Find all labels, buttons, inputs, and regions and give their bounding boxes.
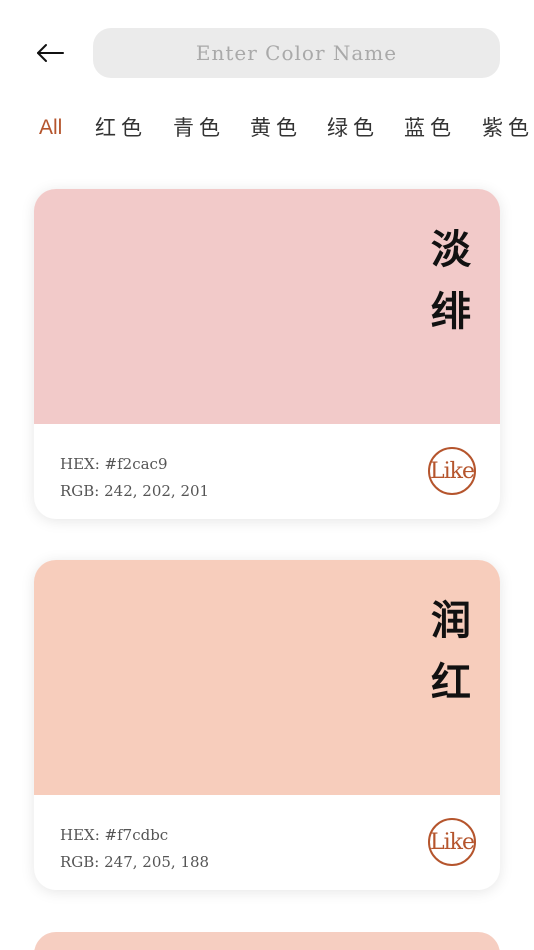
- search-box: [93, 27, 500, 79]
- color-info: HEX: #f2cac9 RGB: 242, 202, 201: [60, 451, 209, 505]
- filter-tab-cyan[interactable]: 青色: [173, 108, 225, 148]
- color-card[interactable]: 润红 HEX: #f7cdbc RGB: 247, 205, 188 Like: [34, 560, 500, 890]
- search-input[interactable]: [93, 27, 500, 79]
- like-button[interactable]: Like: [428, 818, 476, 866]
- like-button[interactable]: Like: [428, 447, 476, 495]
- back-button[interactable]: [30, 33, 70, 73]
- rgb-value: RGB: 247, 205, 188: [60, 853, 210, 871]
- color-name: 淡绯: [431, 226, 471, 335]
- filter-tab-yellow[interactable]: 黄色: [250, 108, 302, 148]
- color-card-partial[interactable]: [34, 932, 500, 950]
- color-card[interactable]: 淡绯 HEX: #f2cac9 RGB: 242, 202, 201 Like: [34, 189, 500, 519]
- header: [0, 0, 534, 110]
- filter-tab-red[interactable]: 红色: [95, 108, 147, 148]
- color-swatch: 润红: [34, 560, 500, 795]
- filter-tab-blue[interactable]: 蓝色: [404, 108, 456, 148]
- color-info: HEX: #f7cdbc RGB: 247, 205, 188: [60, 822, 209, 876]
- hex-value: HEX: #f2cac9: [60, 455, 168, 473]
- filter-tab-purple[interactable]: 紫色: [482, 108, 534, 148]
- filter-tab-green[interactable]: 绿色: [327, 108, 379, 148]
- filter-tab-all[interactable]: All: [39, 108, 62, 148]
- filter-tabs: All 红色 青色 黄色 绿色 蓝色 紫色: [0, 108, 534, 148]
- color-name: 润红: [431, 597, 471, 706]
- rgb-value: RGB: 242, 202, 201: [60, 482, 210, 500]
- arrow-left-icon: [37, 44, 64, 62]
- hex-value: HEX: #f7cdbc: [60, 826, 169, 844]
- color-swatch: 淡绯: [34, 189, 500, 424]
